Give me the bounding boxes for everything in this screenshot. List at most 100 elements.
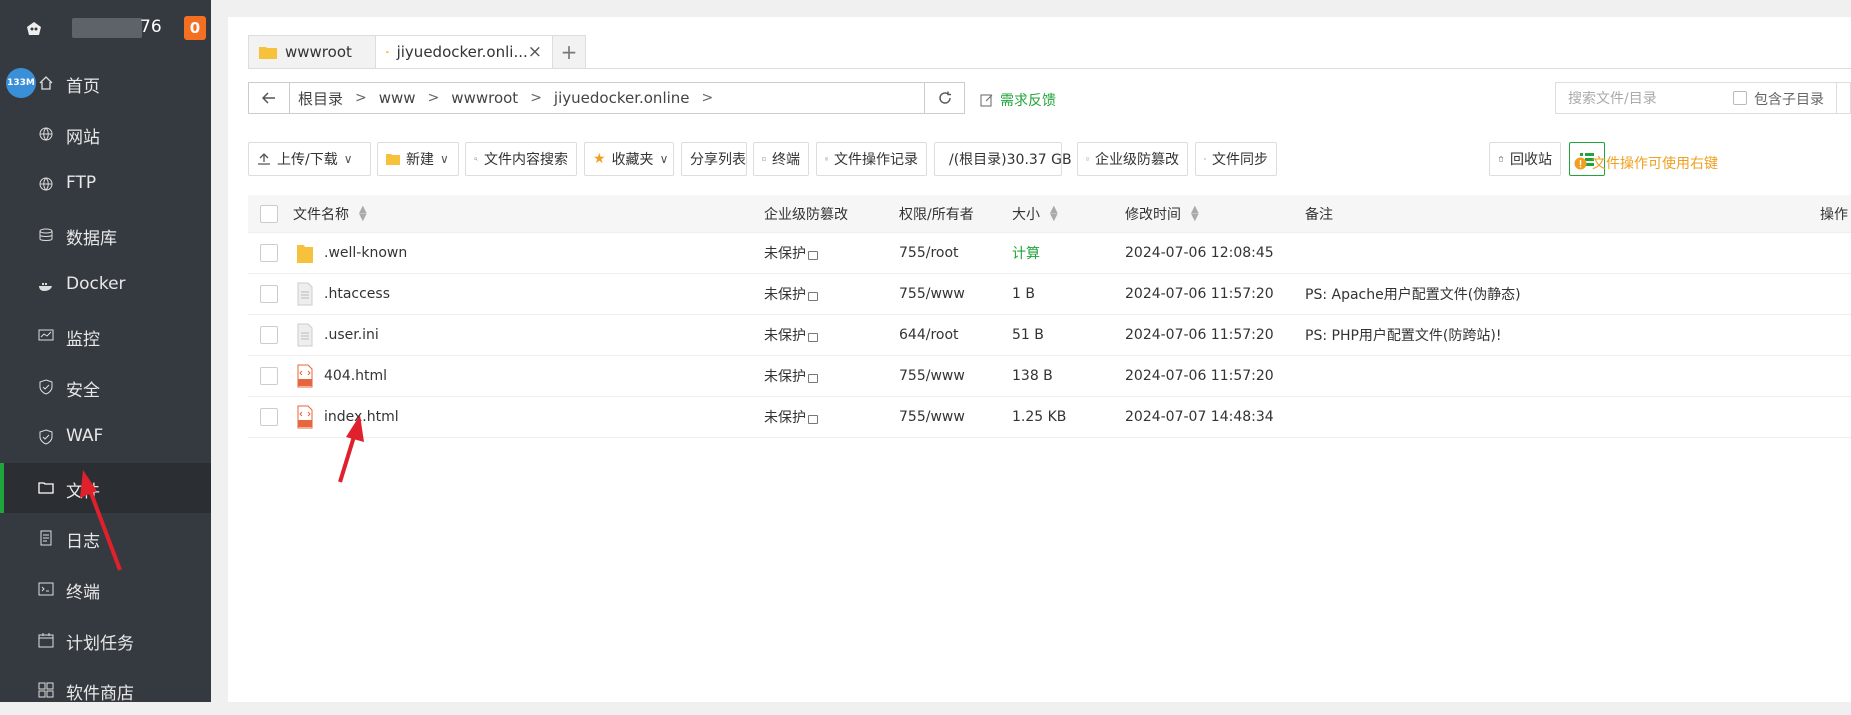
- info-icon: [1574, 157, 1587, 169]
- tab-current-site[interactable]: jiyuedocker.onli... ×: [375, 35, 553, 69]
- file-note[interactable]: PS: Apache用户配置文件(伪静态): [1305, 284, 1521, 304]
- notification-badge[interactable]: 0: [184, 16, 206, 40]
- docker-icon: [39, 283, 52, 292]
- row-checkbox[interactable]: [260, 326, 278, 344]
- file-size[interactable]: 计算: [1012, 243, 1040, 263]
- perm-cell[interactable]: 755/www: [899, 397, 965, 437]
- file-name[interactable]: .well-known: [324, 245, 407, 261]
- share-list-button[interactable]: 分享列表: [681, 142, 747, 176]
- crumb-root[interactable]: 根目录: [298, 88, 343, 109]
- tamper-status-cell[interactable]: 未保护: [764, 356, 818, 396]
- tamper-status[interactable]: 未保护: [764, 284, 806, 304]
- permission[interactable]: 755/root: [899, 245, 959, 261]
- size-cell: 51 B: [1012, 315, 1044, 355]
- file-name-cell[interactable]: index.html: [296, 397, 399, 437]
- recycle-bin-button[interactable]: 回收站: [1489, 142, 1561, 176]
- row-checkbox[interactable]: [260, 244, 278, 262]
- col-size[interactable]: 大小 ▲ ▼: [1012, 195, 1058, 232]
- sort-icon[interactable]: ▲ ▼: [1050, 204, 1058, 222]
- sort-icon[interactable]: ▲ ▼: [1191, 204, 1199, 222]
- feedback-link[interactable]: 需求反馈: [980, 90, 1056, 110]
- sidebar-item-1[interactable]: 网站: [0, 109, 211, 159]
- perm-cell[interactable]: 755/root: [899, 233, 959, 273]
- table-row[interactable]: .well-known 未保护 755/root 计算 2024-07-06 12:08…: [248, 233, 1851, 274]
- terminal-button[interactable]: 终端: [753, 142, 809, 176]
- tamper-status-cell[interactable]: 未保护: [764, 315, 818, 355]
- permission[interactable]: 755/www: [899, 286, 965, 302]
- tamper-status[interactable]: 未保护: [764, 243, 806, 263]
- tamper-status[interactable]: 未保护: [764, 407, 806, 427]
- col-name[interactable]: 文件名称 ▲ ▼: [293, 195, 367, 232]
- table-row[interactable]: .htaccess 未保护 755/www 1 B 2024-07-06 11:57:2…: [248, 274, 1851, 315]
- terminal-icon: [38, 582, 54, 596]
- file-name[interactable]: index.html: [324, 409, 399, 425]
- sidebar-item-4[interactable]: Docker: [0, 260, 211, 310]
- sidebar-item-7[interactable]: WAF: [0, 412, 211, 462]
- tamper-button[interactable]: 企业级防篡改: [1077, 142, 1188, 176]
- breadcrumb[interactable]: 根目录 > www > wwwroot > jiyuedocker.online >: [290, 82, 925, 114]
- permission[interactable]: 755/www: [899, 409, 965, 425]
- sidebar-item-2[interactable]: FTP: [0, 159, 211, 209]
- perm-cell[interactable]: 755/www: [899, 356, 965, 396]
- table-row[interactable]: .user.ini 未保护 644/root 51 B 2024-07-06 11:57…: [248, 315, 1851, 356]
- crumb-site[interactable]: jiyuedocker.online: [554, 89, 690, 107]
- favorites-button[interactable]: ★ 收藏夹 ∨: [584, 142, 674, 176]
- crumb-www[interactable]: www: [379, 89, 416, 107]
- row-checkbox[interactable]: [260, 408, 278, 426]
- file-name[interactable]: 404.html: [324, 368, 387, 384]
- add-tab-button[interactable]: +: [552, 35, 586, 69]
- sidebar-item-5[interactable]: 监控: [0, 311, 211, 361]
- note-cell[interactable]: PS: Apache用户配置文件(伪静态): [1305, 274, 1521, 314]
- sync-button[interactable]: 文件同步: [1195, 142, 1277, 176]
- sidebar-item-8[interactable]: 文件: [0, 462, 211, 513]
- crumb-wwwroot[interactable]: wwwroot: [451, 89, 518, 107]
- include-subdir-checkbox[interactable]: [1733, 91, 1747, 105]
- file-name-cell[interactable]: .well-known: [296, 233, 407, 273]
- sidebar-item-10[interactable]: 终端: [0, 564, 211, 614]
- file-name-cell[interactable]: .user.ini: [296, 315, 379, 355]
- sidebar-item-11[interactable]: 计划任务: [0, 615, 211, 665]
- row-checkbox[interactable]: [260, 285, 278, 303]
- file-icon: [297, 282, 313, 306]
- tamper-status[interactable]: 未保护: [764, 325, 806, 345]
- close-icon[interactable]: ×: [528, 42, 542, 62]
- row-checkbox[interactable]: [260, 367, 278, 385]
- sidebar-item-6[interactable]: 安全: [0, 362, 211, 412]
- col-mtime[interactable]: 修改时间 ▲ ▼: [1125, 195, 1199, 232]
- file-name[interactable]: .htaccess: [324, 286, 390, 302]
- file-note[interactable]: PS: PHP用户配置文件(防跨站)!: [1305, 325, 1501, 345]
- select-all-checkbox[interactable]: [260, 204, 278, 223]
- op-log-button[interactable]: 文件操作记录: [816, 142, 927, 176]
- sort-icon[interactable]: ▲ ▼: [359, 204, 367, 222]
- permission[interactable]: 644/root: [899, 327, 959, 343]
- upload-download-button[interactable]: 上传/下载 ∨: [248, 142, 371, 176]
- search-input[interactable]: 搜索文件/目录 包含子目录: [1555, 82, 1851, 114]
- sidebar-item-9[interactable]: 日志: [0, 513, 211, 563]
- size-cell[interactable]: 计算: [1012, 233, 1040, 273]
- permission[interactable]: 755/www: [899, 368, 965, 384]
- sidebar-item-12[interactable]: 软件商店: [0, 665, 211, 715]
- table-row[interactable]: 404.html 未保护 755/www 138 B 2024-07-06 11:57:…: [248, 356, 1851, 397]
- tamper-status-cell[interactable]: 未保护: [764, 233, 818, 273]
- tamper-status-cell[interactable]: 未保护: [764, 274, 818, 314]
- refresh-button[interactable]: [925, 82, 965, 114]
- file-name-cell[interactable]: .htaccess: [296, 274, 390, 314]
- sync-icon: [1204, 158, 1206, 160]
- tamper-status[interactable]: 未保护: [764, 366, 806, 386]
- file-name[interactable]: .user.ini: [324, 327, 379, 343]
- file-name-cell[interactable]: 404.html: [296, 356, 387, 396]
- perm-cell[interactable]: 755/www: [899, 274, 965, 314]
- content-search-button[interactable]: 文件内容搜索: [465, 142, 577, 176]
- feedback-label: 需求反馈: [1000, 93, 1056, 109]
- tamper-status-cell[interactable]: 未保护: [764, 397, 818, 437]
- tab-wwwroot[interactable]: wwwroot: [248, 35, 376, 69]
- perm-cell[interactable]: 644/root: [899, 315, 959, 355]
- note-cell[interactable]: PS: PHP用户配置文件(防跨站)!: [1305, 315, 1501, 355]
- memory-badge[interactable]: 133M: [6, 68, 36, 98]
- sidebar-item-3[interactable]: 数据库: [0, 210, 211, 260]
- search-button[interactable]: [1836, 83, 1851, 113]
- table-row[interactable]: index.html 未保护 755/www 1.25 KB 2024-07-07 14…: [248, 397, 1851, 438]
- disk-button[interactable]: /(根目录)30.37 GB: [934, 142, 1072, 176]
- new-button[interactable]: 新建 ∨: [377, 142, 459, 176]
- back-button[interactable]: [248, 82, 290, 114]
